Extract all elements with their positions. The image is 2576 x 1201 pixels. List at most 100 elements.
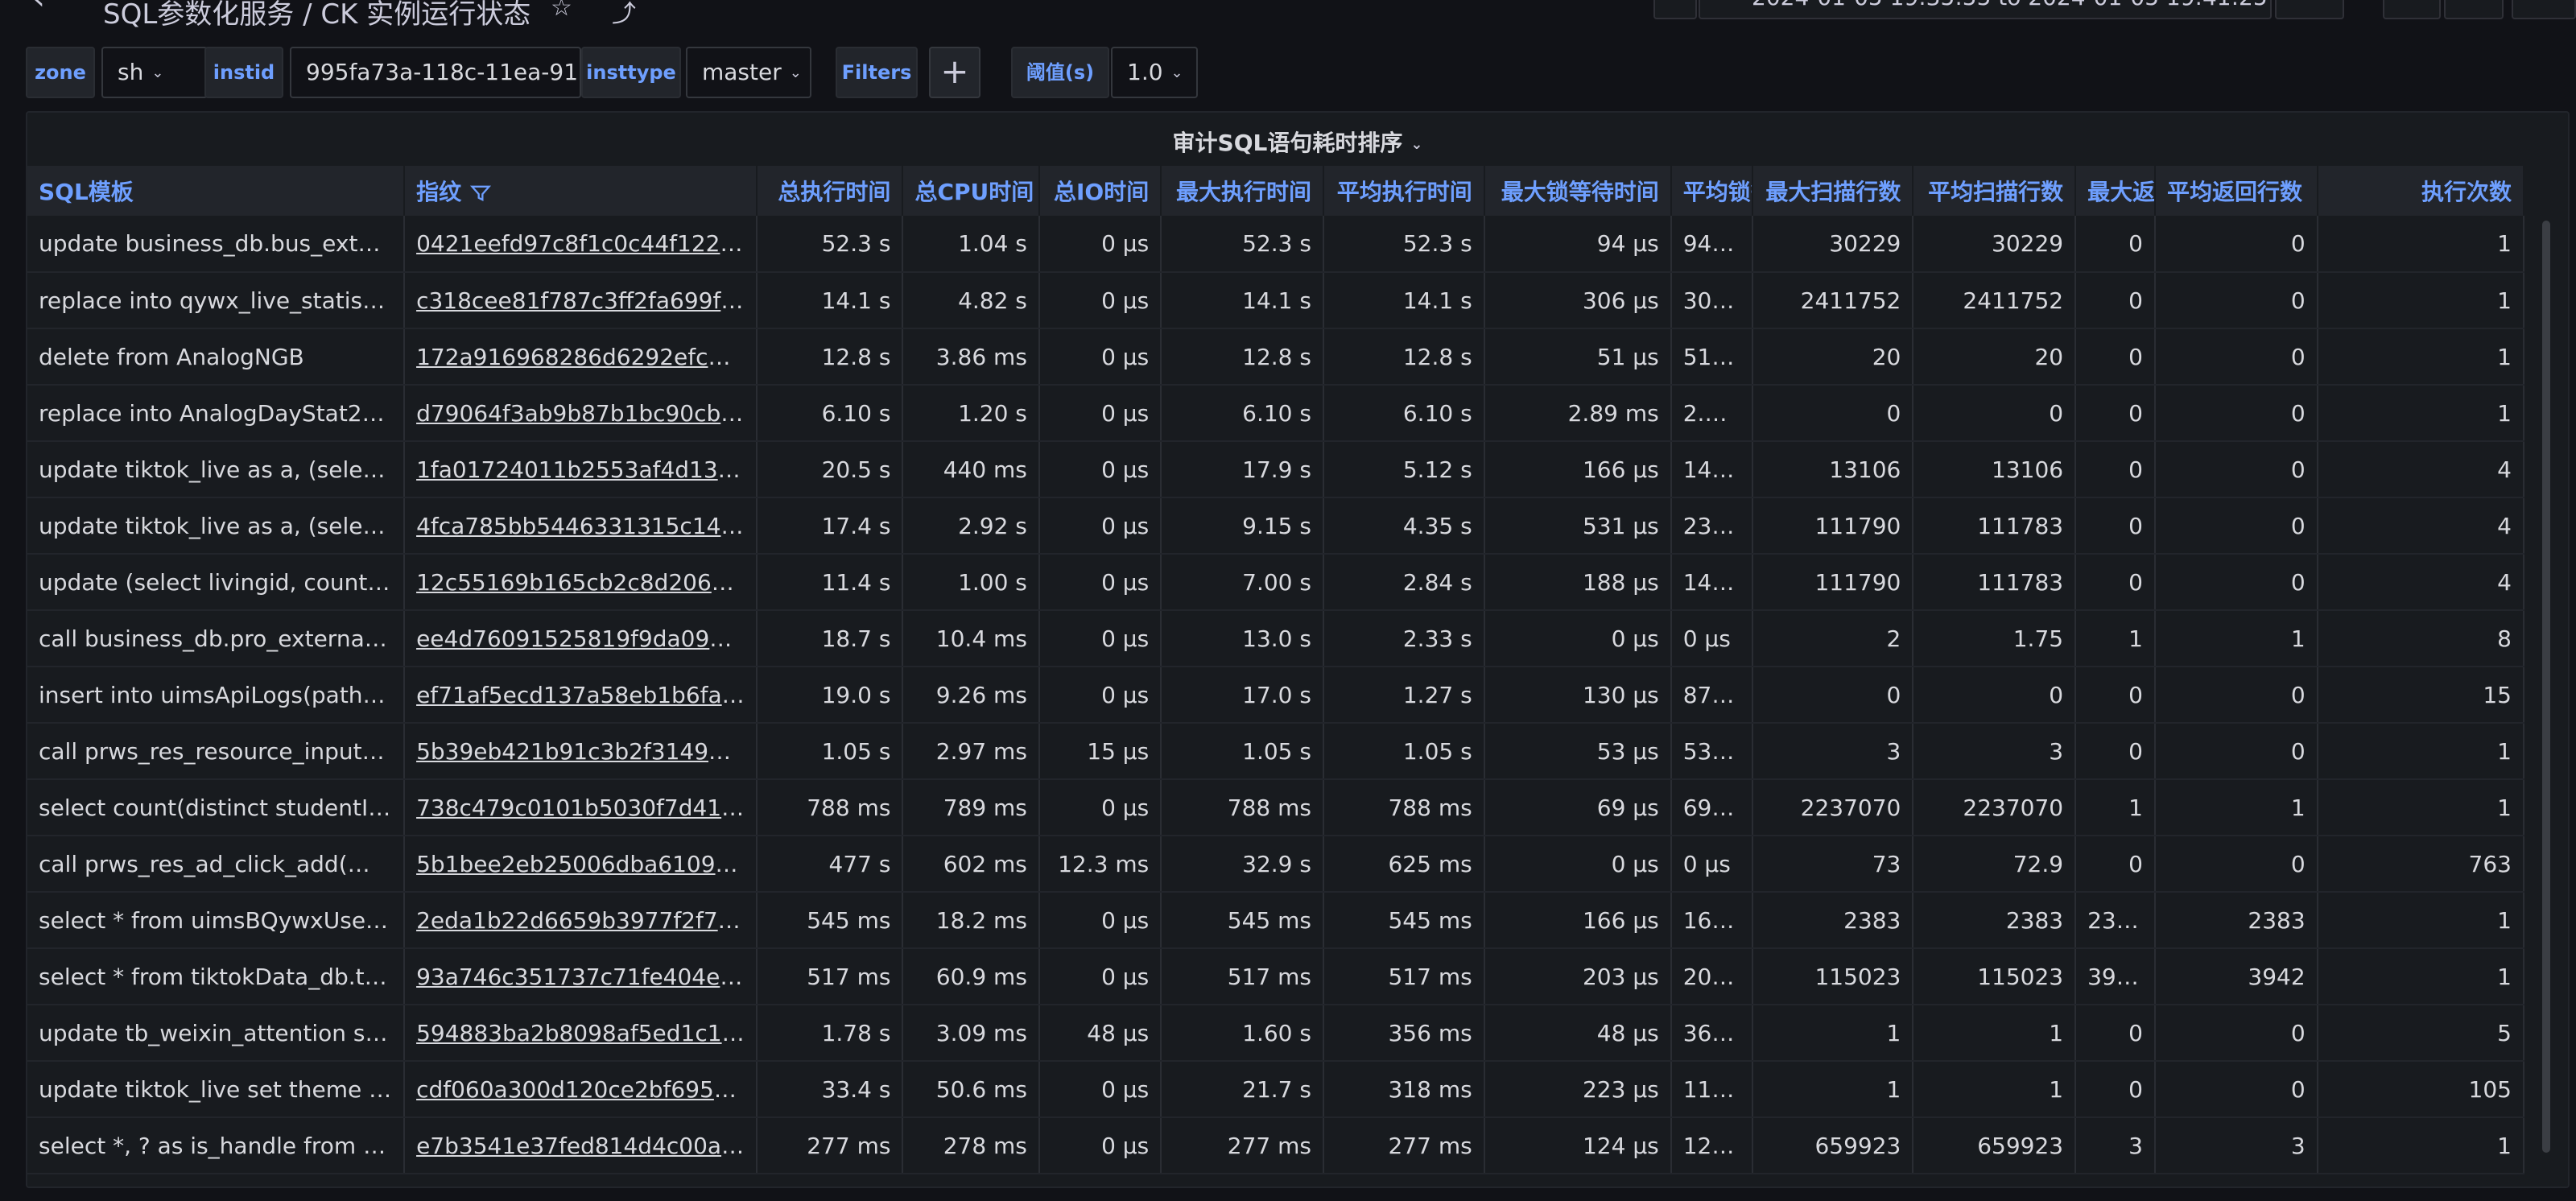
table-row[interactable]: call business_db.pro_external_cust ee4d76… [27, 610, 2525, 667]
table-row[interactable]: select *, ? as is_handle from busin e7b35… [27, 1117, 2525, 1174]
fingerprint-link[interactable]: d79064f3ab9b87b1bc90cb38c4 [404, 385, 758, 442]
table-row[interactable]: call prws_res_resource_input_upda 5b39eb4… [27, 723, 2525, 780]
table-cell: 0 [2154, 216, 2318, 273]
refresh-interval-button[interactable] [2444, 0, 2504, 19]
table-cell: 2411752 [1752, 272, 1914, 329]
fingerprint-link[interactable]: 594883ba2b8098af5ed1c1117f [404, 1005, 758, 1062]
share-icon[interactable]: ⤴ [612, 0, 636, 29]
zone-select[interactable]: sh ⌄ [101, 47, 208, 98]
fingerprint-link[interactable]: e7b3541e37fed814d4c00af3b7 [404, 1117, 758, 1174]
fingerprint-link[interactable]: 12c55169b165cb2c8d2069c3a1 [404, 554, 758, 611]
table-cell: 18.7 s [756, 610, 904, 667]
vertical-scrollbar[interactable] [2542, 221, 2550, 1153]
table-cell: 166 μs [1484, 892, 1672, 949]
col-header[interactable]: 平均扫描行数 [1913, 166, 2077, 216]
table-cell: 0 [2075, 554, 2156, 611]
table-cell: 517 ms [756, 948, 904, 1005]
fingerprint-link[interactable]: 0421eefd97c8f1c0c44f122f385 [404, 216, 758, 273]
table-cell: 8 [2317, 610, 2525, 667]
chevron-down-icon: ⌄ [1170, 64, 1183, 81]
fingerprint-link[interactable]: 5b39eb421b91c3b2f31490cd76 [404, 723, 758, 780]
panel-title[interactable]: 审计SQL语句耗时排序 ⌄ [27, 126, 2568, 158]
table-cell: 53 μs [1670, 723, 1753, 780]
time-shift-back-button[interactable] [1653, 0, 1697, 19]
col-header[interactable]: SQL模板 [27, 166, 406, 216]
table-cell: 788 ms [756, 779, 904, 836]
table-row[interactable]: select * from uimsBQywxUser wher 2eda1b22… [27, 892, 2525, 949]
sql-template-cell: call prws_res_ad_click_add(@_pre_ [27, 836, 406, 893]
col-header[interactable]: 最大返回行数 [2075, 166, 2156, 216]
sql-template-cell: replace into AnalogDayStat2(platfo [27, 385, 406, 442]
fingerprint-link[interactable]: c318cee81f787c3ff2fa699fad2 [404, 272, 758, 329]
table-cell: 203 μs [1484, 948, 1672, 1005]
table-cell: 33.4 s [756, 1061, 904, 1118]
instid-input[interactable]: 995fa73a-118c-11ea-91 [290, 47, 581, 98]
table-cell: 0 μs [1484, 836, 1672, 893]
zoom-out-button[interactable] [2275, 0, 2344, 19]
table-cell: 1 [2317, 328, 2525, 386]
fingerprint-link[interactable]: 4fca785bb5446331315c14d4e3 [404, 497, 758, 555]
threshold-select[interactable]: 1.0 ⌄ [1111, 47, 1198, 98]
table-row[interactable]: update tiktok_live as a, (select su 4fca7… [27, 497, 2525, 555]
table-cell: 659923 [1913, 1117, 2077, 1174]
col-header[interactable]: 最大锁等待时间 [1484, 166, 1672, 216]
col-header[interactable]: 平均执行时间 [1323, 166, 1485, 216]
fingerprint-link[interactable]: ee4d76091525819f9da0904cf2 [404, 610, 758, 667]
col-header[interactable]: 执行次数 [2317, 166, 2525, 216]
col-header[interactable]: 总执行时间 [756, 166, 904, 216]
time-range-picker[interactable]: 2024-01-05 19:35:55 to 2024-01-05 19:41:… [1699, 0, 2272, 19]
table-cell: 4 [2317, 441, 2525, 498]
table-cell: 130 μs [1484, 667, 1672, 724]
table-cell: 0 [2075, 497, 2156, 555]
table-row[interactable]: update (select livingid, count(?) a 12c55… [27, 554, 2525, 611]
sql-template-cell: call prws_res_resource_input_upda [27, 723, 406, 780]
table-cell: 0 [1752, 667, 1914, 724]
fingerprint-link[interactable]: 172a916968286d6292efc3a0e9 [404, 328, 758, 386]
col-header[interactable]: 最大扫描行数 [1752, 166, 1914, 216]
table-row[interactable]: update tiktok_live as a, (select co 1fa01… [27, 441, 2525, 498]
sql-table: SQL模板 指纹 总执行时间 总CPU时间 总IO时间 最大执行时间 平均执行时… [27, 166, 2525, 1174]
table-row[interactable]: insert into uimsApiLogs(path, meth ef71af… [27, 667, 2525, 724]
table-cell: 6.10 s [1323, 385, 1485, 442]
table-cell: 0 [1913, 385, 2077, 442]
fingerprint-link[interactable]: cdf060a300d120ce2bf69501c9 [404, 1061, 758, 1118]
zone-value: sh [118, 59, 144, 85]
filter-icon[interactable] [469, 182, 492, 204]
col-header[interactable]: 平均返回行数 [2154, 166, 2318, 216]
fingerprint-link[interactable]: 1fa01724011b2553af4d13d6739 [404, 441, 758, 498]
table-row[interactable]: update business_db.bus_external_ 0421eefd… [27, 216, 2525, 273]
table-cell: 9.15 s [1161, 497, 1324, 555]
fingerprint-link[interactable]: 93a746c351737c71fe404e57d1 [404, 948, 758, 1005]
table-row[interactable]: replace into qywx_live_statistics(c318ce… [27, 272, 2525, 329]
back-arrow-icon[interactable]: ‹ [32, 0, 64, 14]
table-row[interactable]: update tb_weixin_attention set upd 594883… [27, 1005, 2525, 1062]
table-cell: 659923 [1752, 1117, 1914, 1174]
col-header[interactable]: 总CPU时间 [902, 166, 1040, 216]
col-header[interactable]: 平均锁等待时间 [1670, 166, 1753, 216]
table-row[interactable]: update tiktok_live set theme = ?, l cdf06… [27, 1061, 2525, 1118]
fingerprint-link[interactable]: 5b1bee2eb25006dba61092985c [404, 836, 758, 893]
star-icon[interactable]: ☆ [551, 0, 572, 22]
col-header[interactable]: 总IO时间 [1038, 166, 1162, 216]
settings-button[interactable] [2512, 0, 2576, 19]
fingerprint-link[interactable]: 2eda1b22d6659b3977f2f7b7f0 [404, 892, 758, 949]
table-row[interactable]: delete from AnalogNGB 172a916968286d6292e… [27, 328, 2525, 386]
refresh-button[interactable] [2383, 0, 2441, 19]
table-cell: 2237070 [1913, 779, 2077, 836]
insttype-select[interactable]: master ⌄ [686, 47, 811, 98]
fingerprint-link[interactable]: 738c479c0101b5030f7d41043e [404, 779, 758, 836]
col-header[interactable]: 最大执行时间 [1161, 166, 1324, 216]
table-cell: 1 [2154, 779, 2318, 836]
table-cell: 1.27 s [1323, 667, 1485, 724]
col-header-fingerprint[interactable]: 指纹 [404, 166, 758, 216]
table-cell: 3 [2075, 1117, 2156, 1174]
fingerprint-link[interactable]: ef71af5ecd137a58eb1b6fafee3 [404, 667, 758, 724]
table-cell: 17.9 s [1161, 441, 1324, 498]
table-row[interactable]: select count(distinct studentId) as 738c4… [27, 779, 2525, 836]
table-cell: 4.35 s [1323, 497, 1485, 555]
sql-template-cell: select * from tiktokData_db.tiktok_ [27, 948, 406, 1005]
table-row[interactable]: call prws_res_ad_click_add(@_pre_ 5b1bee2… [27, 836, 2525, 893]
table-row[interactable]: select * from tiktokData_db.tiktok_ 93a74… [27, 948, 2525, 1005]
table-row[interactable]: replace into AnalogDayStat2(platfo d79064… [27, 385, 2525, 442]
add-filter-button[interactable]: + [929, 47, 980, 98]
